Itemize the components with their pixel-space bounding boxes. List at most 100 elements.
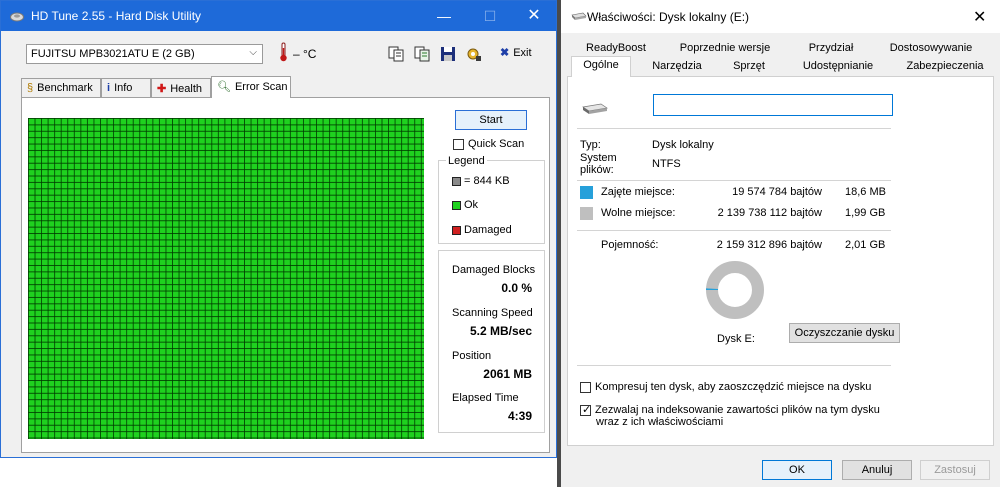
legend-ok: Ok bbox=[452, 199, 478, 211]
options-icon[interactable] bbox=[465, 45, 483, 63]
index-option[interactable]: ✓ Zezwalaj na indeksowanie zawartości pli… bbox=[580, 404, 880, 416]
index-checkbox[interactable]: ✓ bbox=[580, 403, 592, 416]
capacity-bytes: 2 159 312 896 bajtów bbox=[716, 239, 822, 251]
drive-name-input[interactable] bbox=[653, 94, 895, 116]
tab-info[interactable]: i Info bbox=[101, 78, 151, 97]
drive-icon bbox=[582, 103, 608, 114]
scanning-speed-value: 5.2 MB/sec bbox=[469, 324, 532, 338]
quick-scan-label: Quick Scan bbox=[468, 138, 525, 150]
donut-free-segment bbox=[706, 261, 764, 319]
disk-cleanup-button[interactable]: Oczyszczanie dysku bbox=[789, 323, 900, 343]
hdtune-window: HD Tune 2.55 - Hard Disk Utility — ☐ ✕ F… bbox=[0, 0, 557, 458]
hdtune-title: HD Tune 2.55 - Hard Disk Utility bbox=[31, 9, 202, 23]
chevron-down-icon: ⌵ bbox=[249, 47, 257, 58]
scanning-speed-label: Scanning Speed bbox=[452, 307, 533, 319]
hdtune-titlebar: HD Tune 2.55 - Hard Disk Utility — ☐ ✕ bbox=[1, 1, 556, 31]
drive-select-value: FUJITSU MPB3021ATU E (2 GB) bbox=[31, 48, 195, 60]
damaged-blocks-label: Damaged Blocks bbox=[452, 264, 536, 276]
tab-info-label: Info bbox=[114, 82, 133, 94]
start-button[interactable]: Start bbox=[455, 110, 527, 130]
tab-sharing[interactable]: Udostępnianie bbox=[783, 58, 893, 76]
legend-title: Legend bbox=[446, 155, 487, 167]
save-icon[interactable] bbox=[439, 45, 457, 63]
capacity-label: Pojemność: bbox=[601, 239, 659, 251]
quick-scan-option[interactable]: Quick Scan bbox=[453, 138, 524, 150]
free-space-bytes: 2 139 738 112 bajtów bbox=[717, 207, 822, 219]
tab-benchmark[interactable]: § Benchmark bbox=[21, 78, 101, 97]
elapsed-time-value: 4:39 bbox=[507, 409, 532, 423]
free-space-size: 1,99 GB bbox=[845, 207, 886, 219]
checkmark-icon: ✓ bbox=[582, 403, 592, 416]
copy-all-icon[interactable] bbox=[413, 45, 431, 63]
legend-damaged-swatch bbox=[452, 225, 461, 235]
divider bbox=[577, 128, 891, 129]
legend-ok-swatch bbox=[452, 200, 461, 210]
type-value: Dysk lokalny bbox=[652, 139, 714, 151]
type-label: Typ: bbox=[580, 139, 601, 151]
index-label-line2: wraz z ich właściwościami bbox=[596, 416, 724, 428]
damaged-blocks-value: 0.0 % bbox=[501, 281, 532, 295]
minimize-button[interactable]: — bbox=[421, 1, 467, 31]
temperature-display: – °C bbox=[279, 42, 316, 62]
index-label-line1: Zezwalaj na indeksowanie zawartości plik… bbox=[595, 404, 880, 416]
used-space-swatch bbox=[580, 186, 593, 199]
legend-damaged-label: Damaged bbox=[464, 224, 512, 236]
thermometer-icon bbox=[280, 42, 287, 62]
tab-customize[interactable]: Dostosowywanie bbox=[871, 40, 991, 58]
chart-icon: § bbox=[27, 82, 34, 94]
properties-titlebar: Właściwości: Dysk lokalny (E:) ✕ bbox=[561, 0, 1000, 33]
legend-block-size-label: = 844 KB bbox=[464, 175, 510, 187]
elapsed-time-label: Elapsed Time bbox=[452, 392, 519, 404]
hdtune-app-icon bbox=[10, 12, 24, 22]
tab-quota[interactable]: Przydział bbox=[781, 40, 881, 58]
magnifier-icon: 🔍︎ bbox=[217, 81, 231, 93]
tab-tools[interactable]: Narzędzia bbox=[637, 58, 717, 76]
capacity-size: 2,01 GB bbox=[845, 239, 886, 251]
close-icon[interactable]: ✕ bbox=[973, 7, 986, 27]
disk-usage-donut bbox=[706, 261, 764, 319]
legend-damaged: Damaged bbox=[452, 224, 512, 236]
used-space-size: 18,6 MB bbox=[845, 186, 886, 198]
filesystem-label: System plików: bbox=[580, 152, 617, 176]
temperature-value: – °C bbox=[293, 47, 317, 61]
maximize-button[interactable]: ☐ bbox=[467, 1, 513, 31]
divider bbox=[577, 365, 891, 366]
tab-health[interactable]: ✚ Health bbox=[151, 78, 211, 97]
free-space-swatch bbox=[580, 207, 593, 220]
scan-block-map bbox=[28, 118, 424, 439]
tab-general[interactable]: Ogólne bbox=[571, 56, 631, 77]
compress-label: Kompresuj ten dysk, aby zaoszczędzić mie… bbox=[595, 381, 872, 393]
tab-benchmark-label: Benchmark bbox=[37, 82, 93, 94]
compress-checkbox[interactable] bbox=[580, 381, 591, 393]
legend-block-swatch bbox=[452, 176, 461, 186]
disk-label: Dysk E: bbox=[717, 333, 755, 345]
exit-button[interactable]: ✖ Exit bbox=[500, 46, 532, 59]
filesystem-value: NTFS bbox=[652, 158, 681, 170]
position-value: 2061 MB bbox=[483, 367, 532, 381]
tab-error-scan[interactable]: 🔍︎ Error Scan bbox=[211, 76, 291, 98]
tab-previous-versions[interactable]: Poprzednie wersje bbox=[665, 40, 785, 58]
info-icon: i bbox=[107, 82, 111, 94]
divider bbox=[577, 230, 891, 231]
exit-label: Exit bbox=[513, 47, 532, 59]
tab-error-scan-label: Error Scan bbox=[234, 81, 288, 93]
used-space-label: Zajęte miejsce: bbox=[601, 186, 675, 198]
used-space-bytes: 19 574 784 bajtów bbox=[732, 186, 822, 198]
tab-health-label: Health bbox=[170, 83, 203, 95]
tab-hardware[interactable]: Sprzęt bbox=[719, 58, 779, 76]
ok-button[interactable]: OK bbox=[762, 460, 832, 480]
free-space-label: Wolne miejsce: bbox=[601, 207, 676, 219]
compress-option[interactable]: Kompresuj ten dysk, aby zaoszczędzić mie… bbox=[580, 381, 871, 393]
quick-scan-checkbox[interactable] bbox=[453, 138, 464, 150]
apply-button[interactable]: Zastosuj bbox=[920, 460, 990, 480]
cancel-button[interactable]: Anuluj bbox=[842, 460, 912, 480]
drive-select[interactable]: FUJITSU MPB3021ATU E (2 GB) ⌵ bbox=[26, 44, 263, 64]
tab-security[interactable]: Zabezpieczenia bbox=[891, 58, 999, 76]
legend-box: Legend = 844 KB Ok Damaged bbox=[438, 155, 545, 244]
close-icon[interactable]: ✕ bbox=[511, 1, 557, 31]
properties-title: Właściwości: Dysk lokalny (E:) bbox=[587, 10, 750, 24]
legend-block-size: = 844 KB bbox=[452, 175, 510, 187]
copy-icon[interactable] bbox=[387, 45, 405, 63]
drive-name-field[interactable] bbox=[655, 96, 895, 116]
exit-icon: ✖ bbox=[500, 47, 510, 59]
